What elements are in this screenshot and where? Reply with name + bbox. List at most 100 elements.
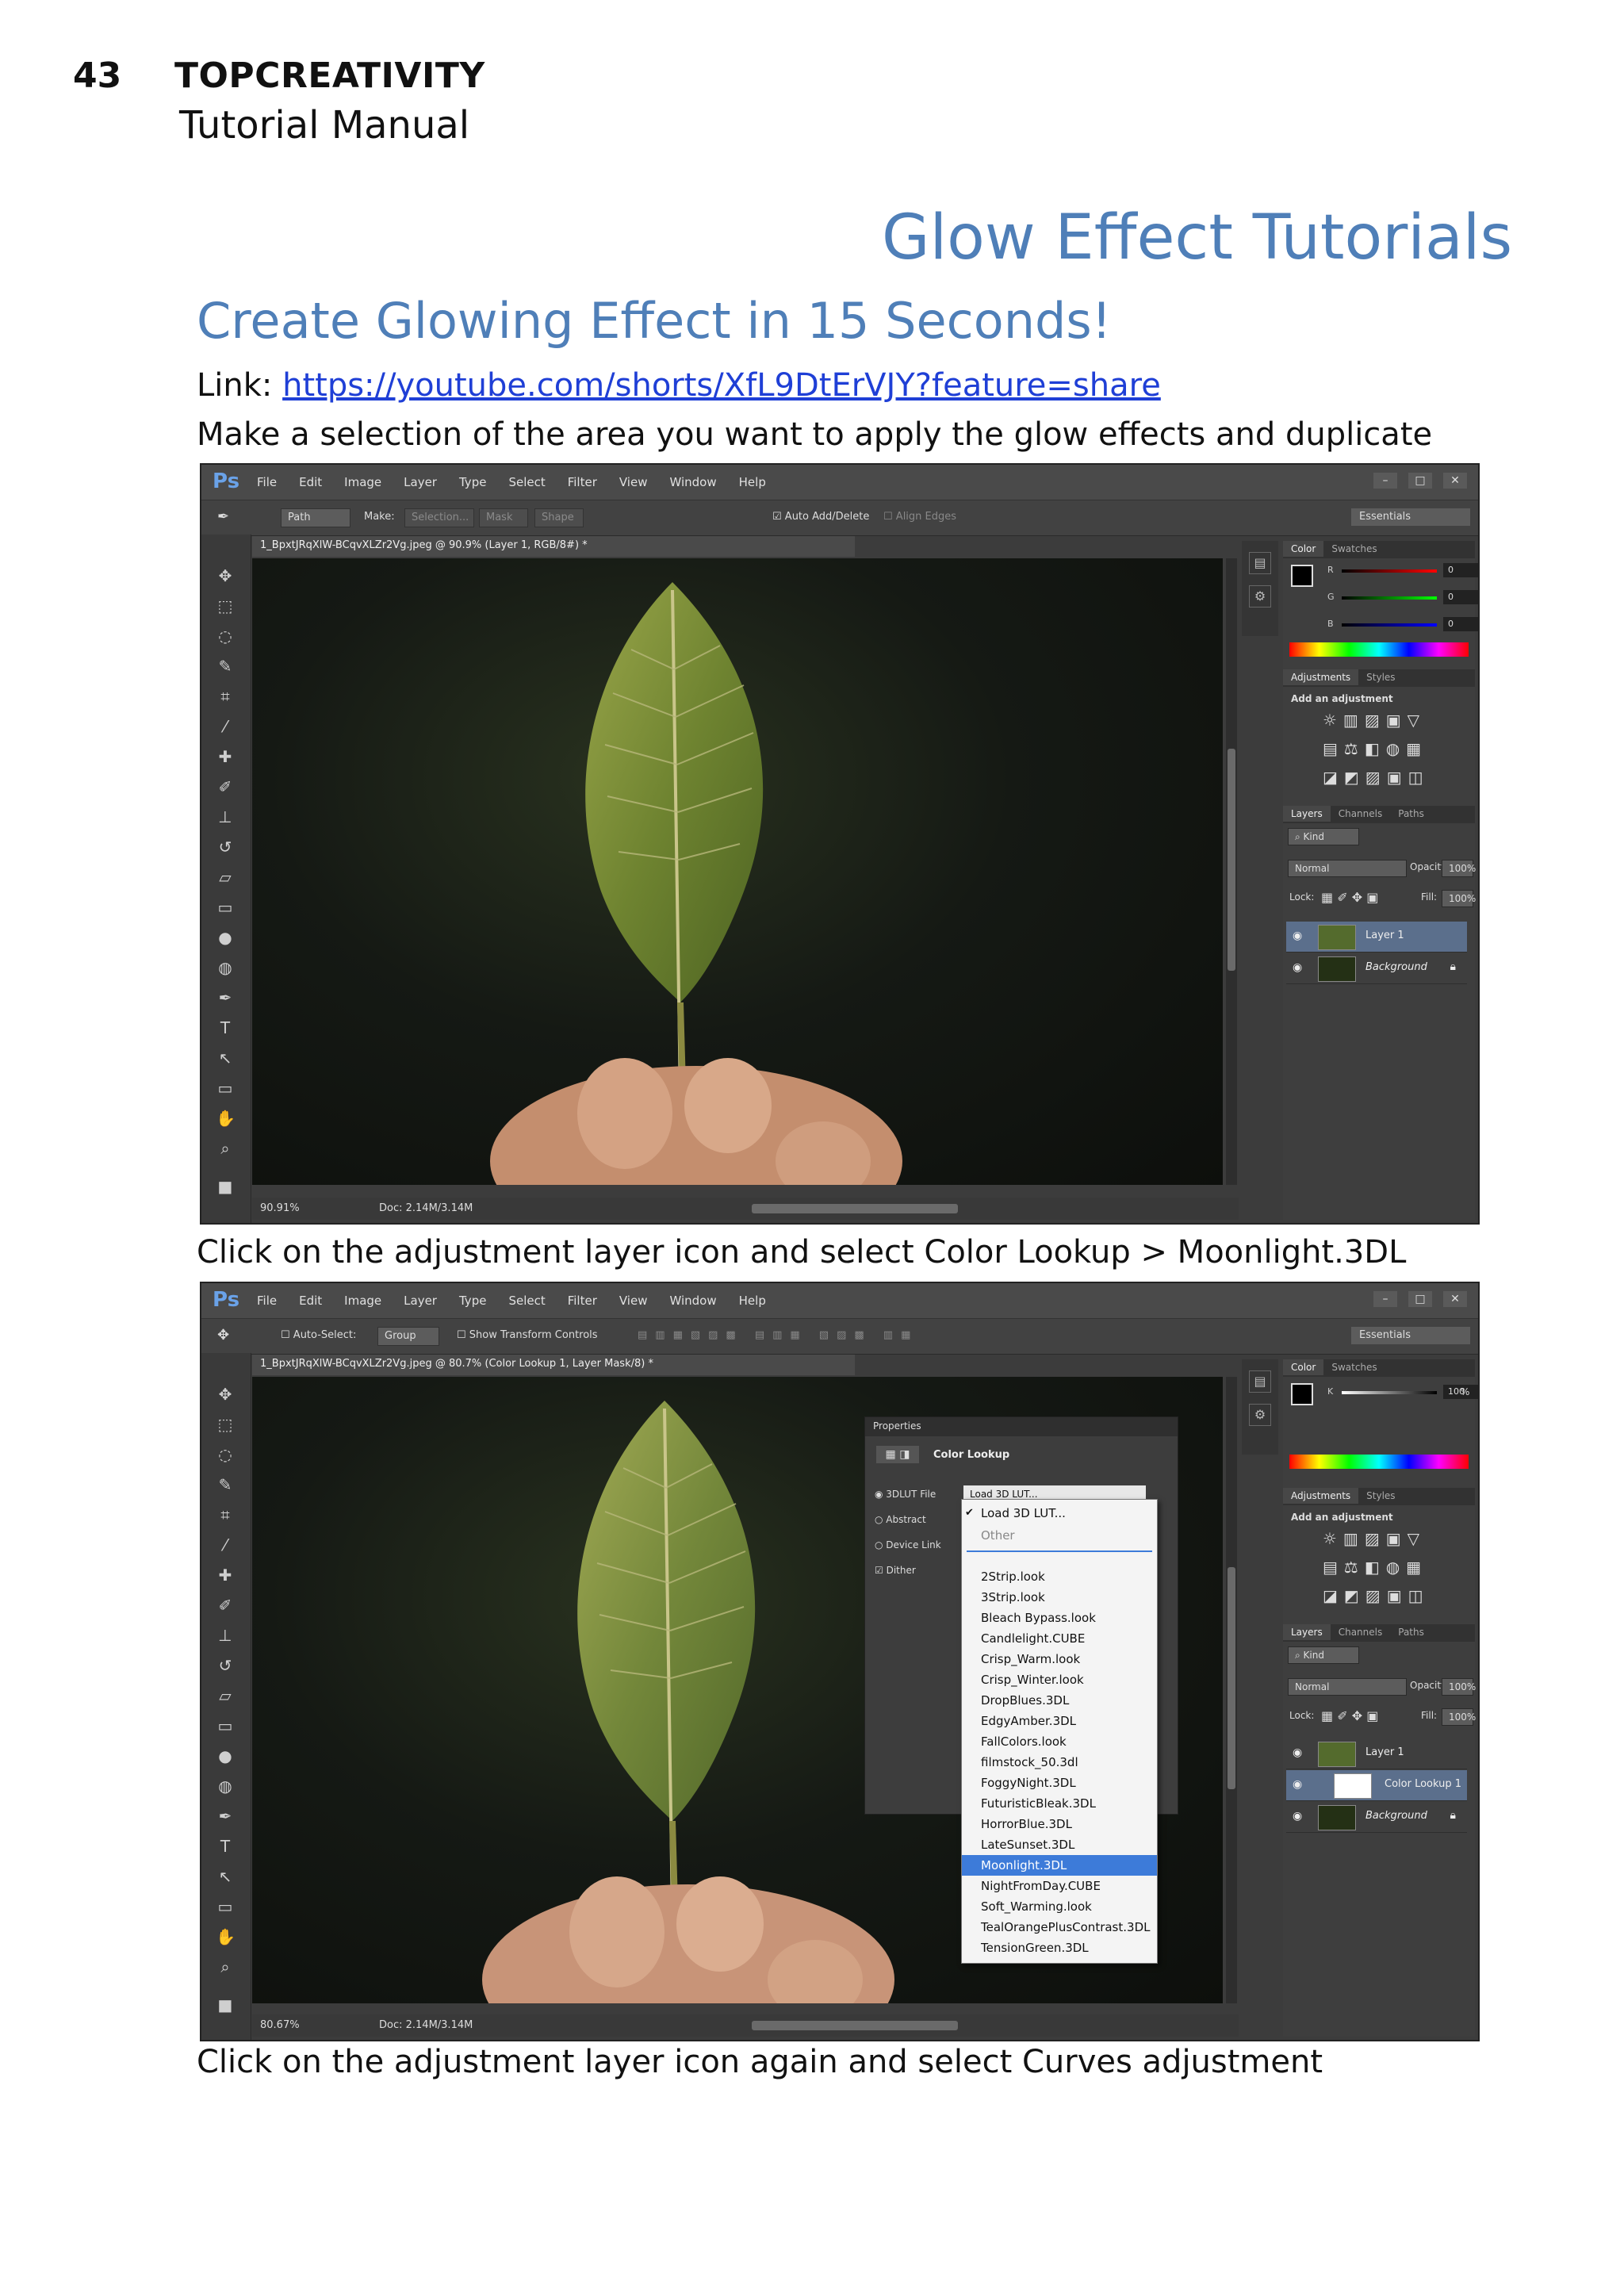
brush-tool-icon[interactable]: ✐ [216, 777, 235, 796]
vertical-scrollbar[interactable] [1226, 1377, 1237, 2003]
menu-view[interactable]: View [619, 475, 648, 489]
eyedropper-tool-icon[interactable]: ⁄ [216, 1535, 235, 1554]
menu-image[interactable]: Image [344, 475, 381, 489]
tab-adjustments[interactable]: Adjustments [1283, 669, 1359, 685]
blend-mode-select[interactable]: Normal [1288, 860, 1407, 877]
menu-edit[interactable]: Edit [299, 475, 322, 489]
move-tool-icon[interactable]: ✥ [216, 566, 235, 585]
shape-tool-icon[interactable]: ▭ [216, 1897, 235, 1916]
align-edges-checkbox[interactable]: ☐ Align Edges [883, 508, 956, 526]
auto-select-checkbox[interactable]: ☐ Auto-Select: [281, 1327, 356, 1344]
vertical-scrollbar[interactable] [1226, 558, 1237, 1185]
maximize-button[interactable]: □ [1408, 473, 1432, 489]
menu-file[interactable]: File [257, 1294, 277, 1308]
properties-panel-icon[interactable]: ⚙ [1249, 585, 1271, 608]
lasso-tool-icon[interactable]: ◌ [216, 627, 235, 646]
history-brush-tool-icon[interactable]: ↺ [216, 838, 235, 857]
blue-value[interactable]: 0 [1443, 617, 1478, 631]
lock-icons[interactable]: ▦ ✐ ✥ ▣ [1321, 890, 1378, 905]
lut-option[interactable]: HorrorBlue.3DL [962, 1814, 1157, 1834]
workspace-select[interactable]: Essentials [1351, 508, 1470, 526]
menu-file[interactable]: File [257, 475, 277, 489]
menu-filter[interactable]: Filter [568, 475, 597, 489]
tab-swatches[interactable]: Swatches [1323, 541, 1385, 557]
lut-option-selected[interactable]: Moonlight.3DL [962, 1855, 1157, 1876]
color-spectrum[interactable] [1289, 1455, 1469, 1469]
lut-option[interactable]: FallColors.look [962, 1731, 1157, 1752]
opacity-field[interactable]: 100% [1442, 860, 1476, 877]
crop-tool-icon[interactable]: ⌗ [216, 1505, 235, 1524]
layer-row[interactable]: ◉ Layer 1 [1286, 1738, 1467, 1769]
properties-panel-icon[interactable]: ⚙ [1249, 1404, 1271, 1426]
menu-window[interactable]: Window [669, 475, 716, 489]
menu-layer[interactable]: Layer [404, 475, 437, 489]
history-brush-tool-icon[interactable]: ↺ [216, 1656, 235, 1675]
minimize-button[interactable]: – [1373, 473, 1397, 489]
history-panel-icon[interactable]: ▤ [1249, 552, 1271, 574]
dodge-tool-icon[interactable]: ◍ [216, 958, 235, 977]
brush-tool-icon[interactable]: ✐ [216, 1596, 235, 1615]
workspace-select[interactable]: Essentials [1351, 1327, 1470, 1344]
document-tab[interactable]: 1_BpxtJRqXlW-BCqvXLZr2Vg.jpeg @ 80.7% (C… [252, 1355, 855, 1375]
eye-icon[interactable]: ◉ [1293, 930, 1302, 942]
lut-option-load[interactable]: Load 3D LUT... [962, 1503, 1157, 1524]
tab-paths[interactable]: Paths [1390, 806, 1432, 822]
lut-option[interactable]: LateSunset.3DL [962, 1834, 1157, 1855]
tab-styles[interactable]: Styles [1358, 1488, 1403, 1504]
tab-layers[interactable]: Layers [1283, 806, 1331, 822]
lut-option[interactable]: DropBlues.3DL [962, 1690, 1157, 1711]
stamp-tool-icon[interactable]: ⊥ [216, 807, 235, 826]
green-slider[interactable]: G 0 [1327, 590, 1478, 604]
menu-type[interactable]: Type [459, 475, 486, 489]
healing-tool-icon[interactable]: ✚ [216, 747, 235, 766]
horizontal-scrollbar[interactable] [752, 2021, 958, 2030]
device-link-radio[interactable]: ○ Device Link [875, 1539, 941, 1550]
mask-button[interactable]: Mask [479, 508, 528, 527]
quick-select-tool-icon[interactable]: ✎ [216, 1475, 235, 1494]
tab-adjustments[interactable]: Adjustments [1283, 1488, 1359, 1504]
red-value[interactable]: 0 [1443, 563, 1478, 577]
menu-select[interactable]: Select [508, 475, 545, 489]
lock-icons[interactable]: ▦ ✐ ✥ ▣ [1321, 1708, 1378, 1723]
menu-help[interactable]: Help [739, 475, 766, 489]
tab-layers[interactable]: Layers [1283, 1624, 1331, 1640]
history-panel-icon[interactable]: ▤ [1249, 1370, 1271, 1393]
adjustment-icons-row-3[interactable]: ◪◩▨▣◫ [1323, 1586, 1429, 1605]
lut-option[interactable]: Candlelight.CUBE [962, 1628, 1157, 1649]
pen-tool-icon[interactable]: ✒ [217, 508, 229, 526]
lut-option[interactable]: Bleach Bypass.look [962, 1608, 1157, 1628]
maximize-button[interactable]: □ [1408, 1291, 1432, 1307]
zoom-level[interactable]: 90.91% [260, 1202, 300, 1214]
lut-option[interactable]: 3Strip.look [962, 1587, 1157, 1608]
eraser-tool-icon[interactable]: ▱ [216, 868, 235, 887]
lut-option[interactable]: FoggyNight.3DL [962, 1773, 1157, 1793]
lut-option[interactable]: Crisp_Warm.look [962, 1649, 1157, 1669]
marquee-tool-icon[interactable]: ⬚ [216, 1415, 235, 1434]
close-button[interactable]: ✕ [1443, 1291, 1467, 1307]
selection-button[interactable]: Selection... [404, 508, 474, 527]
auto-select-target[interactable]: Group [377, 1327, 439, 1346]
hand-tool-icon[interactable]: ✋ [216, 1927, 236, 1946]
blur-tool-icon[interactable]: ● [216, 928, 235, 947]
menu-view[interactable]: View [619, 1294, 648, 1308]
menu-select[interactable]: Select [508, 1294, 545, 1308]
tab-color[interactable]: Color [1283, 541, 1324, 557]
show-transform-checkbox[interactable]: ☐ Show Transform Controls [457, 1327, 598, 1344]
adjustment-icons-row-3[interactable]: ◪◩▨▣◫ [1323, 768, 1429, 787]
red-slider[interactable]: R 0 [1327, 563, 1478, 577]
tool-mode-select[interactable]: Path [281, 508, 350, 527]
crop-tool-icon[interactable]: ⌗ [216, 687, 235, 706]
foreground-color-swatch[interactable] [1291, 1383, 1313, 1405]
lut-option[interactable]: NightFromDay.CUBE [962, 1876, 1157, 1896]
tab-styles[interactable]: Styles [1358, 669, 1403, 685]
align-icons[interactable]: ▤▥▦▧▨▩ ▤▥▦ ▧▨▩ ▥▦ [638, 1327, 918, 1344]
layer-row[interactable]: ◉ Background 🔒︎ [1286, 953, 1467, 984]
adjustment-icons-row-2[interactable]: ▤⚖◧◍▦ [1323, 1558, 1427, 1577]
color-spectrum[interactable] [1289, 642, 1469, 657]
adjustment-icons-row-1[interactable]: ☼▥▨▣▽ [1323, 1529, 1426, 1548]
lut-option[interactable]: FuturisticBleak.3DL [962, 1793, 1157, 1814]
auto-add-delete-checkbox[interactable]: ☑ Auto Add/Delete [772, 508, 869, 526]
gradient-tool-icon[interactable]: ▭ [216, 898, 235, 917]
menu-type[interactable]: Type [459, 1294, 486, 1308]
healing-tool-icon[interactable]: ✚ [216, 1566, 235, 1585]
